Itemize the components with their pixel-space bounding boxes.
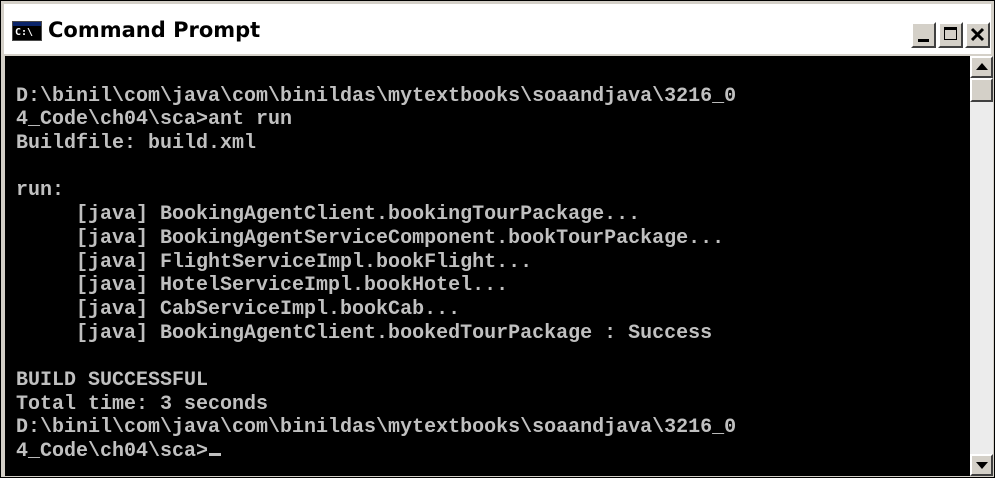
command-prompt-window: C:\ Command Prompt D:\binil\com\java\com…	[0, 0, 995, 478]
arrow-down-icon	[976, 462, 988, 469]
scroll-up-button[interactable]	[970, 56, 993, 78]
console-line: [java] BookingAgentServiceComponent.book…	[16, 226, 725, 250]
console-line: D:\binil\com\java\com\binildas\mytextboo…	[16, 416, 737, 440]
close-icon	[970, 27, 985, 42]
maximize-icon	[944, 27, 957, 40]
console-line: 4_Code\ch04\sca>ant run	[16, 108, 293, 132]
icon-titlebar-strip	[13, 22, 41, 26]
minimize-icon	[918, 39, 929, 42]
scroll-down-button[interactable]	[970, 454, 993, 476]
maximize-button[interactable]	[938, 22, 963, 48]
console-line: [java] BookingAgentClient.bookingTourPac…	[16, 203, 641, 227]
minimize-button[interactable]	[911, 22, 936, 48]
console-line: [java] HotelServiceImpl.bookHotel...	[16, 274, 509, 298]
console-output[interactable]: D:\binil\com\java\com\binildas\mytextboo…	[5, 56, 970, 476]
console-line: [java] BookingAgentClient.bookedTourPack…	[16, 321, 713, 345]
console-prompt: 4_Code\ch04\sca>	[16, 440, 209, 463]
icon-label: C:\	[15, 27, 34, 38]
console-line: [java] FlightServiceImpl.bookFlight...	[16, 250, 533, 274]
close-button[interactable]	[965, 22, 990, 48]
console-line: D:\binil\com\java\com\binildas\mytextboo…	[16, 84, 737, 108]
text-cursor	[209, 453, 222, 456]
console-text: D:\binil\com\java\com\binildas\mytextboo…	[16, 61, 736, 464]
console-line: BUILD SUCCESSFUL	[16, 368, 209, 392]
console-line: Buildfile: build.xml	[16, 132, 257, 156]
console-prompt-line[interactable]: 4_Code\ch04\sca>	[16, 440, 736, 464]
console-line: run:	[16, 179, 65, 203]
command-prompt-icon[interactable]: C:\	[12, 21, 42, 41]
console-line: Total time: 3 seconds	[16, 392, 269, 416]
arrow-up-icon	[976, 63, 988, 70]
window-title: Command Prompt	[48, 18, 261, 42]
vertical-scrollbar[interactable]	[970, 56, 993, 476]
scrollbar-thumb[interactable]	[970, 78, 993, 102]
title-bar[interactable]: C:\ Command Prompt	[4, 4, 991, 54]
console-line: [java] CabServiceImpl.bookCab...	[16, 297, 461, 321]
